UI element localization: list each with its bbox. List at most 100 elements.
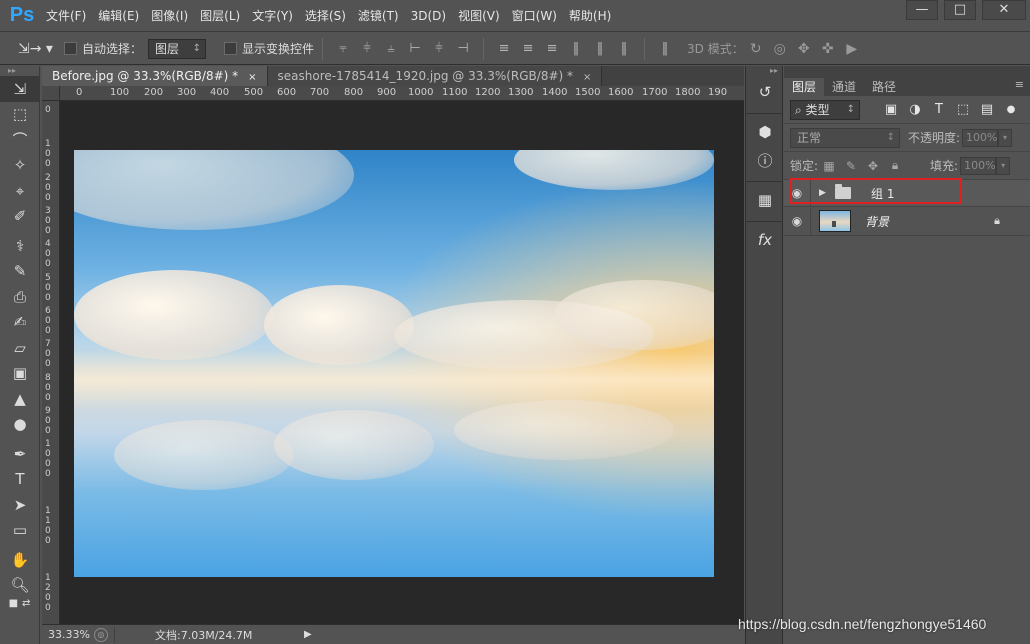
align-left-icon[interactable]: ⊢	[406, 40, 424, 58]
dock-collapse-icon[interactable]: ▸▸	[746, 66, 782, 78]
swatches-panel-icon[interactable]: ▦	[746, 186, 784, 214]
default-colors[interactable]: ■ ⇄	[0, 598, 39, 616]
lock-pixels-icon[interactable]: ✎	[840, 159, 862, 173]
lock-transparent-icon[interactable]: ▦	[818, 159, 840, 173]
history-brush-tool-icon[interactable]: ✍	[0, 310, 40, 336]
menu-window[interactable]: 窗口(W)	[506, 0, 563, 32]
menu-type[interactable]: 文字(Y)	[246, 0, 299, 32]
tab-channels[interactable]: 通道	[824, 78, 864, 96]
show-transform-checkbox[interactable]	[224, 42, 238, 55]
filter-pixel-icon[interactable]: ▣	[880, 102, 902, 117]
menu-view[interactable]: 视图(V)	[452, 0, 506, 32]
type-tool-icon[interactable]: T	[0, 467, 40, 493]
distribute-hcenter-icon[interactable]: ‖	[591, 40, 609, 58]
group-expand-icon[interactable]: ▶	[819, 188, 831, 198]
blend-mode-dropdown[interactable]: 正常	[790, 127, 900, 148]
tab-before[interactable]: Before.jpg @ 33.3%(RGB/8#) * ×	[42, 66, 268, 86]
menu-edit[interactable]: 编辑(E)	[92, 0, 145, 32]
marquee-tool-icon[interactable]: ⬚	[0, 102, 40, 128]
eraser-tool-icon[interactable]: ▱	[0, 335, 40, 361]
fill-input[interactable]: 100%	[960, 156, 997, 175]
fill-arrow-icon[interactable]: ▾	[996, 156, 1011, 175]
menu-layer[interactable]: 图层(L)	[194, 0, 246, 32]
distribute-vcenter-icon[interactable]: ≡	[519, 40, 537, 58]
3d-panel-icon[interactable]: ⬢	[746, 118, 784, 146]
lock-all-icon[interactable]: 🔒︎	[884, 158, 906, 173]
auto-select-option[interactable]: 自动选择：	[64, 40, 142, 57]
lasso-tool-icon[interactable]: ⌒	[0, 127, 40, 153]
filter-toggle-icon[interactable]: ●	[1000, 104, 1022, 115]
clone-stamp-tool-icon[interactable]: ⎙	[0, 284, 40, 310]
pan-3d-icon[interactable]: ✥	[794, 40, 814, 58]
scale-3d-icon[interactable]: ▶	[842, 40, 862, 58]
eyedropper-tool-icon[interactable]: ✐	[0, 204, 40, 230]
slide-3d-icon[interactable]: ✜	[818, 40, 838, 58]
minimize-button[interactable]: —	[906, 0, 938, 20]
hand-tool-icon[interactable]: ✋	[0, 547, 40, 573]
menu-file[interactable]: 文件(F)	[40, 0, 92, 32]
history-panel-icon[interactable]: ↺	[746, 78, 784, 106]
auto-select-checkbox[interactable]	[64, 42, 77, 55]
panel-menu-icon[interactable]: ≡	[1015, 78, 1024, 91]
default-colors-icon[interactable]: ■	[9, 598, 18, 616]
dodge-tool-icon[interactable]: ●	[0, 412, 40, 438]
distribute-right-icon[interactable]: ‖	[615, 40, 633, 58]
move-tool-icon[interactable]: ⇲	[0, 76, 40, 102]
align-vcenter-icon[interactable]: ⫩	[358, 40, 376, 58]
distribute-left-icon[interactable]: ‖	[567, 40, 585, 58]
magic-wand-tool-icon[interactable]: ✧	[0, 153, 40, 179]
menu-filter[interactable]: 滤镜(T)	[352, 0, 405, 32]
healing-brush-tool-icon[interactable]: ⚕	[0, 233, 40, 259]
filter-adjustment-icon[interactable]: ◑	[904, 102, 926, 117]
path-selection-tool-icon[interactable]: ➤	[0, 492, 40, 518]
tab-paths[interactable]: 路径	[864, 78, 904, 96]
filter-shape-icon[interactable]: ⬚	[952, 102, 974, 117]
canvas-image[interactable]	[74, 150, 714, 577]
tab-seashore[interactable]: seashore-1785414_1920.jpg @ 33.3%(RGB/8#…	[267, 66, 603, 86]
align-hcenter-icon[interactable]: ⫩	[430, 40, 448, 58]
swap-colors-icon[interactable]: ⇄	[22, 598, 30, 616]
menu-image[interactable]: 图像(I)	[145, 0, 194, 32]
zoom-level[interactable]: 33.33%	[42, 628, 94, 641]
visibility-eye-icon[interactable]: ◉	[784, 186, 810, 200]
filter-type-icon[interactable]: T	[928, 102, 950, 117]
lock-position-icon[interactable]: ✥	[862, 159, 884, 173]
styles-panel-icon[interactable]: fx	[746, 226, 784, 254]
roll-3d-icon[interactable]: ◎	[770, 40, 790, 58]
status-settings-icon[interactable]: ◎	[94, 627, 108, 642]
visibility-eye-icon[interactable]: ◉	[784, 214, 810, 228]
opacity-arrow-icon[interactable]: ▾	[998, 128, 1013, 147]
maximize-button[interactable]: □	[944, 0, 976, 20]
layer-filter-dropdown[interactable]: ⌕ 类型	[790, 99, 860, 120]
orbit-3d-icon[interactable]: ↻	[746, 40, 766, 58]
close-button[interactable]: ✕	[982, 0, 1026, 20]
menu-select[interactable]: 选择(S)	[299, 0, 352, 32]
opacity-input[interactable]: 100%	[962, 128, 999, 147]
distribute-top-icon[interactable]: ≡	[495, 40, 513, 58]
rectangle-tool-icon[interactable]: ▭	[0, 518, 40, 544]
info-panel-icon[interactable]: ⓘ	[746, 146, 784, 174]
align-top-icon[interactable]: ⫧	[334, 40, 352, 58]
auto-select-dropdown[interactable]: 图层	[148, 38, 207, 59]
zoom-tool-icon[interactable]: 🔍︎	[0, 573, 40, 599]
brush-tool-icon[interactable]: ✎	[0, 259, 40, 285]
auto-align-icon[interactable]: ‖	[656, 40, 674, 58]
move-tool-preset-icon[interactable]: ⇲→ ▾	[18, 37, 64, 61]
status-menu-arrow-icon[interactable]: ▶	[304, 629, 312, 640]
toolbox-collapse-icon[interactable]: ▸▸	[0, 66, 39, 76]
menu-help[interactable]: 帮助(H)	[563, 0, 617, 32]
align-right-icon[interactable]: ⊣	[454, 40, 472, 58]
blur-tool-icon[interactable]: ▲	[0, 386, 40, 412]
tab-close-icon[interactable]: ×	[583, 72, 591, 83]
tab-layers[interactable]: 图层	[784, 78, 825, 96]
tab-close-icon[interactable]: ×	[248, 72, 256, 83]
menu-3d[interactable]: 3D(D)	[405, 0, 452, 32]
layer-group-1[interactable]: ◉ ▶ 组 1	[784, 179, 1030, 207]
distribute-bottom-icon[interactable]: ≡	[543, 40, 561, 58]
layer-background[interactable]: ◉ 背景 🔒︎	[784, 207, 1030, 236]
align-bottom-icon[interactable]: ⫨	[382, 40, 400, 58]
crop-tool-icon[interactable]: ⌖	[0, 178, 40, 204]
pen-tool-icon[interactable]: ✒	[0, 441, 40, 467]
filter-smart-object-icon[interactable]: ▤	[976, 102, 998, 117]
gradient-tool-icon[interactable]: ▣	[0, 361, 40, 387]
